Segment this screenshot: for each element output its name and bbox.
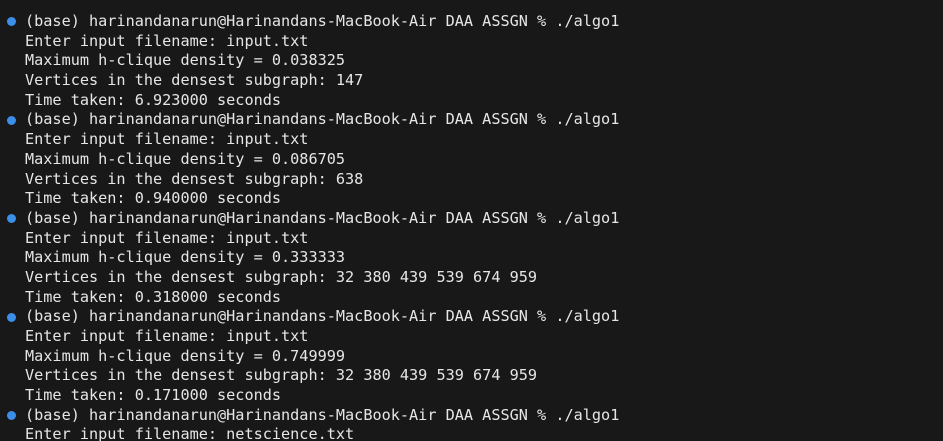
terminal-output: (base) harinandanarun@Harinandans-MacBoo… bbox=[0, 12, 943, 441]
command-text: (base) harinandanarun@Harinandans-MacBoo… bbox=[25, 405, 620, 424]
output-line: Vertices in the densest subgraph: 147 bbox=[0, 71, 943, 91]
command-status-dot-icon[interactable] bbox=[7, 312, 16, 322]
output-text: Time taken: 0.940000 seconds bbox=[25, 189, 282, 208]
output-text: Enter input filename: netscience.txt bbox=[25, 425, 355, 441]
output-text: Time taken: 0.171000 seconds bbox=[25, 386, 282, 405]
prompt-line: (base) harinandanarun@Harinandans-MacBoo… bbox=[0, 209, 943, 229]
output-line: Time taken: 0.318000 seconds bbox=[0, 288, 943, 308]
output-text: Vertices in the densest subgraph: 32 380… bbox=[25, 267, 538, 286]
command-text: (base) harinandanarun@Harinandans-MacBoo… bbox=[25, 12, 620, 30]
output-line: Enter input filename: netscience.txt bbox=[0, 425, 943, 441]
command-text: (base) harinandanarun@Harinandans-MacBoo… bbox=[25, 110, 620, 129]
terminal-panel[interactable]: (base) harinandanarun@Harinandans-MacBoo… bbox=[0, 0, 943, 441]
output-text: Enter input filename: input.txt bbox=[25, 31, 309, 50]
command-text: (base) harinandanarun@Harinandans-MacBoo… bbox=[25, 307, 620, 326]
prompt-line: (base) harinandanarun@Harinandans-MacBoo… bbox=[0, 406, 943, 426]
output-line: Time taken: 0.171000 seconds bbox=[0, 386, 943, 406]
output-text: Vertices in the densest subgraph: 32 380… bbox=[25, 366, 538, 385]
output-line: Enter input filename: input.txt bbox=[0, 32, 943, 52]
command-status-dot-icon[interactable] bbox=[7, 214, 16, 224]
output-text: Time taken: 0.318000 seconds bbox=[25, 287, 282, 306]
output-text: Enter input filename: input.txt bbox=[25, 228, 309, 247]
output-text: Vertices in the densest subgraph: 638 bbox=[25, 169, 364, 188]
output-text: Vertices in the densest subgraph: 147 bbox=[25, 71, 364, 90]
output-line: Vertices in the densest subgraph: 32 380… bbox=[0, 366, 943, 386]
output-text: Enter input filename: input.txt bbox=[25, 130, 309, 149]
output-text: Maximum h-clique density = 0.086705 bbox=[25, 149, 346, 168]
prompt-line: (base) harinandanarun@Harinandans-MacBoo… bbox=[0, 110, 943, 130]
output-line: Time taken: 0.940000 seconds bbox=[0, 189, 943, 209]
command-text: (base) harinandanarun@Harinandans-MacBoo… bbox=[25, 208, 620, 227]
output-text: Enter input filename: input.txt bbox=[25, 327, 309, 345]
prompt-line: (base) harinandanarun@Harinandans-MacBoo… bbox=[0, 307, 943, 327]
output-line: Enter input filename: input.txt bbox=[0, 229, 943, 249]
output-text: Maximum h-clique density = 0.749999 bbox=[25, 346, 346, 365]
command-status-dot-icon[interactable] bbox=[7, 115, 16, 125]
output-text: Maximum h-clique density = 0.333333 bbox=[25, 248, 346, 267]
output-line: Maximum h-clique density = 0.749999 bbox=[0, 347, 943, 367]
output-line: Time taken: 6.923000 seconds bbox=[0, 91, 943, 111]
output-line: Maximum h-clique density = 0.333333 bbox=[0, 248, 943, 268]
command-status-dot-icon[interactable] bbox=[7, 411, 16, 421]
output-text: Maximum h-clique density = 0.038325 bbox=[25, 51, 346, 70]
output-line: Vertices in the densest subgraph: 32 380… bbox=[0, 268, 943, 288]
prompt-line: (base) harinandanarun@Harinandans-MacBoo… bbox=[0, 12, 943, 32]
command-status-dot-icon[interactable] bbox=[7, 17, 16, 27]
output-line: Maximum h-clique density = 0.086705 bbox=[0, 150, 943, 170]
output-line: Vertices in the densest subgraph: 638 bbox=[0, 170, 943, 190]
output-text: Time taken: 6.923000 seconds bbox=[25, 90, 282, 109]
output-line: Enter input filename: input.txt bbox=[0, 327, 943, 347]
output-line: Enter input filename: input.txt bbox=[0, 130, 943, 150]
output-line: Maximum h-clique density = 0.038325 bbox=[0, 51, 943, 71]
